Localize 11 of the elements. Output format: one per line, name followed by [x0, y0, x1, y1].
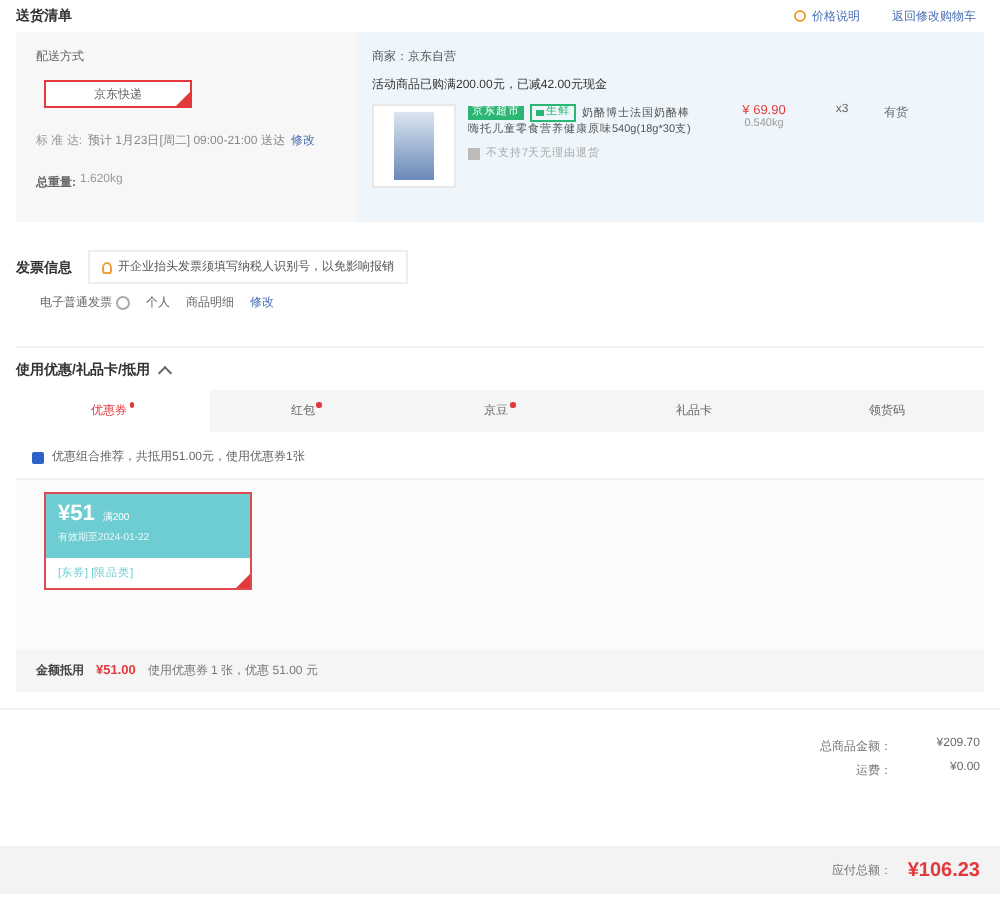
check-corner-icon — [236, 574, 250, 588]
coupon-amount: ¥51 — [58, 502, 95, 526]
info-icon — [794, 10, 806, 22]
check-corner-icon — [176, 92, 190, 106]
lightbulb-icon — [102, 261, 112, 273]
product-image — [372, 104, 456, 188]
tag-icon — [536, 110, 544, 116]
total-amount: ¥106.23 — [905, 859, 980, 881]
notice-icon — [468, 147, 480, 159]
checkbox[interactable] — [32, 451, 44, 463]
help-icon — [116, 296, 130, 310]
